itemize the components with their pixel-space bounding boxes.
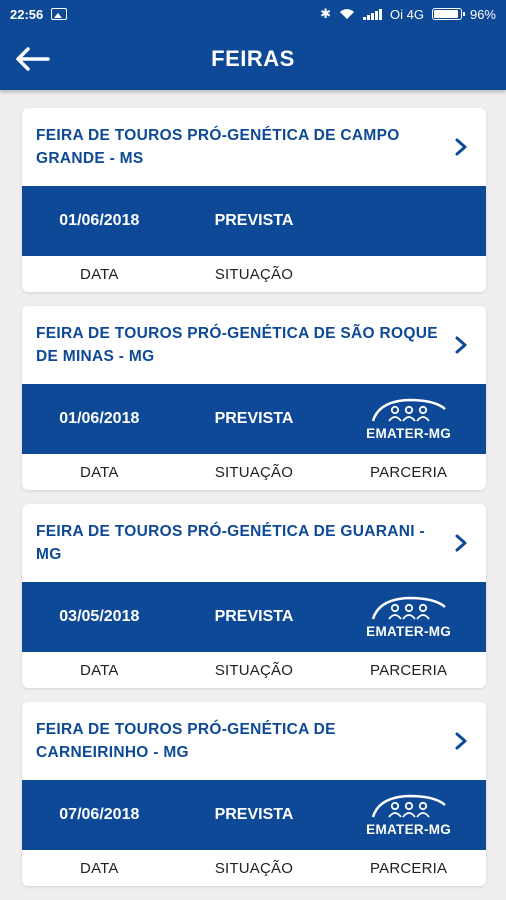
- fair-card-header[interactable]: FEIRA DE TOUROS PRÓ-GENÉTICA DE CAMPO GR…: [22, 108, 486, 186]
- fair-status: PREVISTA: [214, 608, 294, 625]
- fair-title: FEIRA DE TOUROS PRÓ-GENÉTICA DE GUARANI …: [36, 523, 425, 563]
- label-partner: PARCERIA: [370, 661, 448, 679]
- label-date: DATA: [80, 265, 119, 283]
- status-icons: ✱ Oi 4G 96%: [320, 6, 496, 22]
- label-date: DATA: [80, 463, 119, 481]
- label-status: SITUAÇÃO: [214, 859, 294, 877]
- fair-labels-row: DATA SITUAÇÃO PARCERIA: [22, 850, 486, 886]
- fair-partner: EMATER-MG: [331, 397, 486, 441]
- chevron-right-icon[interactable]: [454, 336, 468, 354]
- fair-card: FEIRA DE TOUROS PRÓ-GENÉTICA DE CAMPO GR…: [22, 108, 486, 292]
- fair-labels-row: DATA SITUAÇÃO PARCERIA: [22, 652, 486, 688]
- fair-info-band: 07/06/2018 PREVISTA EMATER-MG: [22, 780, 486, 850]
- fair-date: 01/06/2018: [59, 212, 140, 229]
- fair-status: PREVISTA: [214, 806, 294, 823]
- fair-date: 03/05/2018: [59, 608, 140, 625]
- fair-date: 01/06/2018: [59, 410, 140, 427]
- battery-icon: [431, 8, 465, 20]
- emater-logo-text: EMATER-MG: [366, 624, 452, 639]
- label-date: DATA: [80, 661, 119, 679]
- fair-labels-row: DATA SITUAÇÃO: [22, 256, 486, 292]
- arrow-left-icon[interactable]: [14, 44, 50, 74]
- fair-status: PREVISTA: [214, 410, 294, 427]
- label-status: SITUAÇÃO: [214, 661, 294, 679]
- fair-status: PREVISTA: [214, 212, 294, 229]
- people-logo-icon: [371, 794, 446, 818]
- battery-level: 96%: [469, 6, 496, 22]
- fair-partner: EMATER-MG: [331, 793, 486, 837]
- emater-logo-text: EMATER-MG: [366, 822, 452, 837]
- fair-title: FEIRA DE TOUROS PRÓ-GENÉTICA DE CAMPO GR…: [36, 127, 400, 167]
- page-title: FEIRAS: [211, 46, 295, 71]
- wifi-icon: [340, 9, 354, 19]
- fair-title: FEIRA DE TOUROS PRÓ-GENÉTICA DE CARNEIRI…: [36, 721, 336, 761]
- fair-card-header[interactable]: FEIRA DE TOUROS PRÓ-GENÉTICA DE CARNEIRI…: [22, 702, 486, 780]
- fair-info-band: 01/06/2018 PREVISTA: [22, 186, 486, 256]
- status-time: 22:56: [10, 6, 44, 22]
- chevron-right-icon[interactable]: [454, 732, 468, 750]
- fair-card: FEIRA DE TOUROS PRÓ-GENÉTICA DE GUARANI …: [22, 504, 486, 688]
- fair-card: FEIRA DE TOUROS PRÓ-GENÉTICA DE SÃO ROQU…: [22, 306, 486, 490]
- fair-list: FEIRA DE TOUROS PRÓ-GENÉTICA DE CAMPO GR…: [22, 108, 486, 900]
- emater-logo: EMATER-MG: [366, 793, 451, 837]
- label-status: SITUAÇÃO: [214, 463, 294, 481]
- fair-title: FEIRA DE TOUROS PRÓ-GENÉTICA DE SÃO ROQU…: [36, 325, 438, 365]
- label-partner: PARCERIA: [370, 859, 448, 877]
- people-logo-icon: [371, 398, 446, 422]
- chevron-right-icon[interactable]: [454, 138, 468, 156]
- people-logo-icon: [371, 596, 446, 620]
- chevron-right-icon[interactable]: [454, 534, 468, 552]
- signal-icon: [363, 8, 382, 20]
- emater-logo: EMATER-MG: [366, 595, 451, 639]
- label-status: SITUAÇÃO: [214, 265, 294, 283]
- image-notification-icon: [51, 8, 68, 20]
- carrier-label: Oi 4G: [390, 6, 424, 22]
- fair-date: 07/06/2018: [59, 806, 140, 823]
- app-bar: FEIRAS: [0, 28, 506, 90]
- label-date: DATA: [80, 859, 119, 877]
- fair-labels-row: DATA SITUAÇÃO PARCERIA: [22, 454, 486, 490]
- fair-card-header[interactable]: FEIRA DE TOUROS PRÓ-GENÉTICA DE GUARANI …: [22, 504, 486, 582]
- fair-info-band: 01/06/2018 PREVISTA EMATER-MG: [22, 384, 486, 454]
- fair-card: FEIRA DE TOUROS PRÓ-GENÉTICA DE CARNEIRI…: [22, 702, 486, 886]
- status-bar: 22:56 ✱ Oi 4G 96%: [0, 0, 506, 28]
- emater-logo: EMATER-MG: [366, 397, 451, 441]
- fair-info-band: 03/05/2018 PREVISTA EMATER-MG: [22, 582, 486, 652]
- fair-card-header[interactable]: FEIRA DE TOUROS PRÓ-GENÉTICA DE SÃO ROQU…: [22, 306, 486, 384]
- fair-partner: EMATER-MG: [331, 595, 486, 639]
- label-partner: PARCERIA: [370, 463, 448, 481]
- bluetooth-icon: ✱: [320, 6, 331, 21]
- emater-logo-text: EMATER-MG: [366, 426, 452, 441]
